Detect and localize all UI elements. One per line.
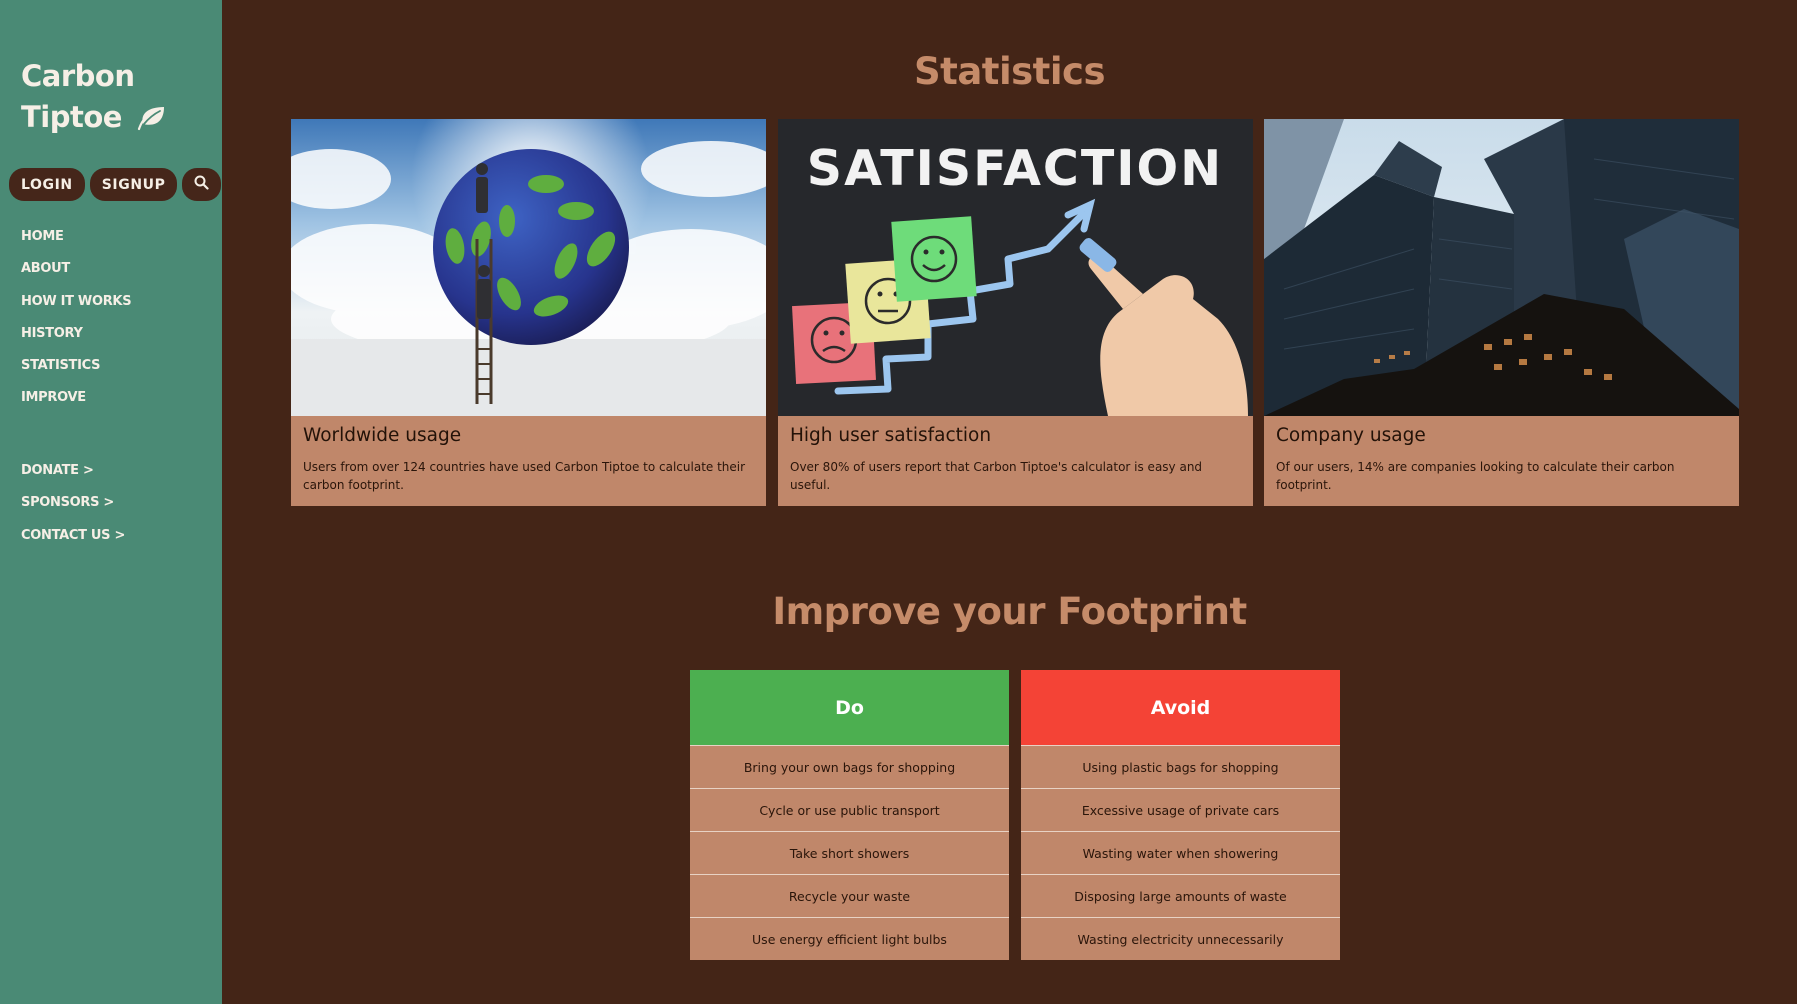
brand-line-1: Carbon — [21, 59, 135, 93]
statistics-heading: Statistics — [913, 50, 1106, 93]
do-item: Cycle or use public transport — [690, 788, 1009, 831]
do-header: Do — [690, 670, 1009, 745]
auth-buttons: LOGIN SIGNUP — [9, 168, 222, 201]
nav-item-contact-us[interactable]: CONTACT US > — [21, 520, 125, 552]
satisfaction-chalkboard-image: SATISFACTION — [778, 119, 1253, 416]
avoid-item: Disposing large amounts of waste — [1021, 874, 1340, 917]
nav-item-donate[interactable]: DONATE > — [21, 455, 125, 487]
nav-item-statistics[interactable]: STATISTICS — [21, 350, 131, 382]
avoid-table: Avoid Using plastic bags for shopping Ex… — [1021, 670, 1340, 960]
card-text: Of our users, 14% are companies looking … — [1276, 460, 1675, 492]
nav-item-history[interactable]: HISTORY — [21, 318, 131, 350]
card-title: Worldwide usage — [303, 425, 462, 446]
sidebar: Carbon Tiptoe LOGIN SIGNUP HOME ABOUT HO… — [0, 0, 222, 1004]
nav-item-improve[interactable]: IMPROVE — [21, 382, 131, 414]
leaf-icon — [136, 101, 166, 142]
search-button[interactable] — [182, 168, 222, 201]
card-title: High user satisfaction — [790, 425, 992, 446]
nav-item-about[interactable]: ABOUT — [21, 253, 131, 285]
search-icon — [194, 175, 210, 194]
signup-button[interactable]: SIGNUP — [89, 168, 178, 201]
do-item: Use energy efficient light bulbs — [690, 917, 1009, 960]
nav-item-sponsors[interactable]: SPONSORS > — [21, 487, 125, 519]
login-button[interactable]: LOGIN — [9, 168, 85, 201]
do-item: Bring your own bags for shopping — [690, 745, 1009, 788]
secondary-nav: DONATE > SPONSORS > CONTACT US > — [21, 455, 125, 552]
stat-card-worldwide: Worldwide usage Users from over 124 coun… — [291, 119, 766, 506]
card-title: Company usage — [1276, 425, 1426, 446]
card-text: Over 80% of users report that Carbon Tip… — [790, 460, 1203, 492]
stat-card-company: Company usage Of our users, 14% are comp… — [1264, 119, 1739, 506]
improve-heading: Improve your Footprint — [772, 590, 1247, 633]
brand-line-2: Tiptoe — [21, 100, 122, 134]
nav-item-home[interactable]: HOME — [21, 221, 131, 253]
do-table: Do Bring your own bags for shopping Cycl… — [690, 670, 1009, 960]
nav-item-how-it-works[interactable]: HOW IT WORKS — [21, 286, 132, 318]
brand-logo[interactable]: Carbon Tiptoe — [21, 56, 166, 142]
satisfaction-text: SATISFACTION — [807, 140, 1223, 197]
avoid-item: Excessive usage of private cars — [1021, 788, 1340, 831]
do-item: Take short showers — [690, 831, 1009, 874]
skyscrapers-image — [1264, 119, 1739, 416]
avoid-header: Avoid — [1021, 670, 1340, 745]
stat-card-satisfaction: SATISFACTION High user satisfaction Over… — [778, 119, 1253, 506]
primary-nav: HOME ABOUT HOW IT WORKS HISTORY STATISTI… — [21, 221, 132, 415]
avoid-item: Wasting water when showering — [1021, 831, 1340, 874]
avoid-item: Using plastic bags for shopping — [1021, 745, 1340, 788]
do-item: Recycle your waste — [690, 874, 1009, 917]
avoid-item: Wasting electricity unnecessarily — [1021, 917, 1340, 960]
card-text: Users from over 124 countries have used … — [303, 460, 746, 492]
earth-footprints-ladder-image — [291, 119, 766, 416]
